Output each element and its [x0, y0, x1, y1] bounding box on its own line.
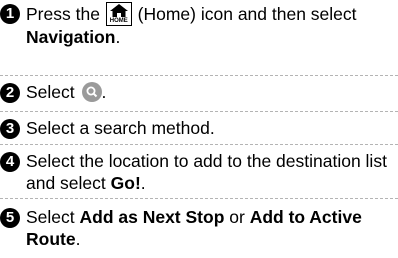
- step-number: 3: [0, 119, 20, 139]
- step-number: 5: [0, 208, 20, 228]
- step-number: 1: [0, 4, 20, 24]
- step-text: Press the HOME (Home) icon and then sele…: [26, 2, 357, 47]
- search-icon: [81, 82, 102, 102]
- step-text: Select Add as Next Stop or Add to Active…: [26, 207, 362, 249]
- divider: [0, 75, 398, 76]
- divider: [0, 144, 398, 145]
- step-text: Select a search method.: [26, 118, 215, 138]
- instruction-steps: 1 Press the HOME (Home) icon and then se…: [0, 0, 398, 258]
- home-icon: HOME: [105, 2, 132, 26]
- step-number: 2: [0, 83, 20, 103]
- divider: [0, 111, 398, 112]
- step-text: Select the location to add to the destin…: [26, 151, 387, 193]
- step-text: Select .: [26, 82, 107, 102]
- divider: [0, 198, 398, 199]
- step-number: 4: [0, 152, 20, 172]
